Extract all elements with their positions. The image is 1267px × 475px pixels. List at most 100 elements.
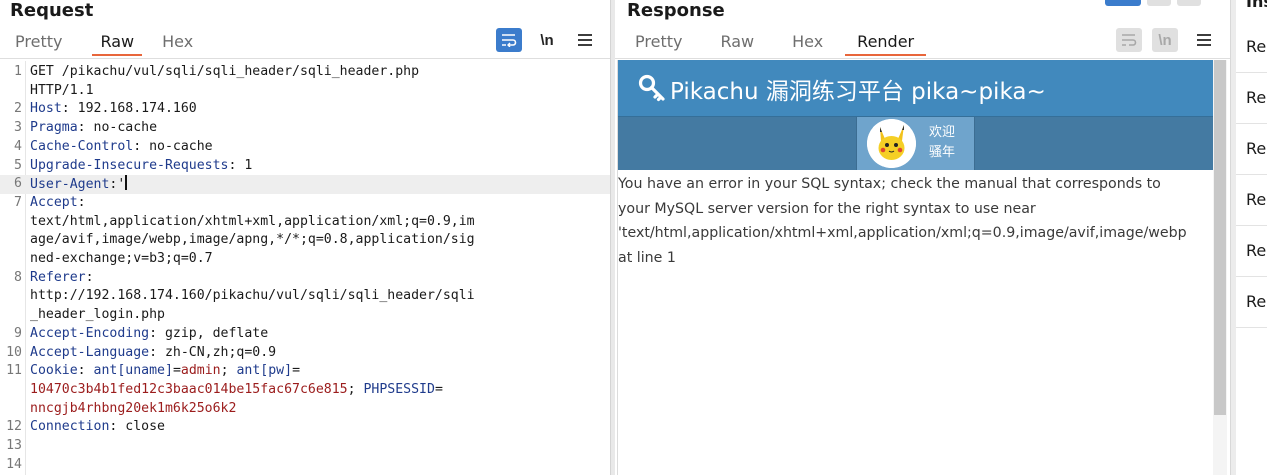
pikachu-avatar-image (867, 119, 916, 168)
token: : 192.168.174.160 (62, 101, 197, 116)
response-wrap-lines-button[interactable] (1116, 28, 1142, 52)
token: PHPSESSID (363, 382, 434, 397)
response-menu-button[interactable] (1193, 28, 1215, 52)
request-line[interactable]: 10Accept-Language: zh-CN,zh;q=0.9 (0, 344, 610, 363)
request-menu-button[interactable] (574, 28, 596, 52)
request-line[interactable]: 3 Pragma: no-cache (0, 119, 610, 138)
token: : 1 (229, 158, 253, 173)
response-tab-pretty[interactable]: Pretty (627, 30, 690, 56)
request-line[interactable]: nncgjb4rhbng20ek1m6k25o6k2 (0, 400, 610, 419)
inspector-item[interactable]: Re (1236, 22, 1267, 73)
request-title: Request (10, 0, 93, 21)
token: : zh-CN,zh;q=0.9 (149, 345, 276, 360)
request-line[interactable]: 5Upgrade-Insecure-Requests: 1 (0, 157, 610, 176)
line-number: 9 (0, 325, 22, 344)
site-title[interactable]: Pikachu 漏洞练习平台 pika~pika~ (670, 72, 1046, 106)
inspector-item[interactable]: Re (1236, 124, 1267, 175)
response-tabs: Pretty Raw Hex Render (627, 30, 926, 56)
request-tab-hex[interactable]: Hex (154, 30, 201, 56)
line-number: 3 (0, 119, 22, 138)
line-text: Accept-Encoding: gzip, deflate (30, 325, 268, 344)
request-line[interactable]: age/avif,image/webp,image/apng,*/*;q=0.8… (0, 231, 610, 250)
error-line: your MySQL server version for the right … (618, 197, 1218, 222)
welcome-text: 欢迎 骚年 (929, 123, 955, 163)
line-number: 1 (0, 63, 22, 82)
token: : (86, 270, 94, 285)
inspector-item-label: Re (1246, 88, 1266, 107)
layout-toggle-button[interactable] (1105, 0, 1141, 6)
line-text: Host: 192.168.174.160 (30, 100, 197, 119)
request-line[interactable]: 7Accept: (0, 194, 610, 213)
line-text: http://192.168.174.160/pikachu/vul/sqli/… (30, 287, 475, 306)
response-tab-raw[interactable]: Raw (712, 30, 762, 56)
token: http://192.168.174.160/pikachu/vul/sqli/… (30, 288, 475, 303)
render-scrollbar[interactable] (1213, 60, 1227, 475)
error-line: at line 1 (618, 246, 1218, 271)
request-line[interactable]: text/html,application/xhtml+xml,applicat… (0, 213, 610, 232)
request-line[interactable]: _header_login.php (0, 306, 610, 325)
request-line[interactable]: 6User-Agent:' (0, 175, 610, 194)
line-text: GET /pikachu/vul/sqli/sqli_header/sqli_h… (30, 63, 419, 82)
request-line[interactable]: 10470c3b4b1fed12c3baac014be15fac67c6e815… (0, 381, 610, 400)
token: Accept-Language (30, 345, 149, 360)
request-line[interactable]: 11Cookie: ant[uname]=admin; ant[pw]= (0, 362, 610, 381)
request-line[interactable]: 12Connection: close (0, 418, 610, 437)
line-number: 4 (0, 138, 22, 157)
response-newline-toggle-button[interactable]: \n (1152, 28, 1178, 52)
render-scrollbar-thumb[interactable] (1214, 60, 1226, 415)
line-text: 10470c3b4b1fed12c3baac014be15fac67c6e815… (30, 381, 443, 400)
request-tab-raw[interactable]: Raw (92, 30, 142, 56)
request-wrap-lines-button[interactable] (496, 28, 522, 52)
request-line[interactable]: http://192.168.174.160/pikachu/vul/sqli/… (0, 287, 610, 306)
token: : no-cache (78, 120, 157, 135)
request-line[interactable]: 4 Cache-Control: no-cache (0, 138, 610, 157)
request-line[interactable]: 14 (0, 456, 610, 475)
wrap-lines-icon (1121, 33, 1137, 47)
layout-toggle-button-3[interactable] (1177, 0, 1201, 6)
token: = (435, 382, 443, 397)
user-box[interactable]: 欢迎 骚年 (856, 117, 975, 170)
line-text: Pragma: no-cache (30, 119, 157, 138)
request-editor[interactable]: 1 GET /pikachu/vul/sqli/sqli_header/sqli_… (0, 61, 610, 475)
line-text: HTTP/1.1 (30, 82, 94, 101)
line-number: 12 (0, 418, 22, 437)
request-line[interactable]: 1 GET /pikachu/vul/sqli/sqli_header/sqli_… (0, 63, 610, 82)
token: _header_login.php (30, 307, 165, 322)
token: Host (30, 101, 62, 116)
response-title: Response (627, 0, 725, 21)
token: Cache-Control (30, 139, 133, 154)
line-number: 13 (0, 437, 22, 456)
request-newline-toggle-button[interactable]: \n (536, 28, 558, 52)
avatar (867, 119, 916, 168)
token: ; (221, 363, 237, 378)
line-number: 8 (0, 269, 22, 288)
token: ned-exchange;v=b3;q=0.7 (30, 251, 213, 266)
request-line[interactable]: 13 (0, 437, 610, 456)
line-text: _header_login.php (30, 306, 165, 325)
line-number: 5 (0, 157, 22, 176)
hamburger-menu-icon (578, 34, 592, 46)
token: Cookie (30, 363, 78, 378)
response-tab-render[interactable]: Render (845, 30, 926, 56)
layout-toggle-button-2[interactable] (1147, 0, 1171, 6)
request-line[interactable]: ned-exchange;v=b3;q=0.7 (0, 250, 610, 269)
pikachu-header: Pikachu 漏洞练习平台 pika~pika~ (618, 60, 1214, 117)
inspector-item[interactable]: Re (1236, 277, 1267, 328)
response-tab-hex[interactable]: Hex (784, 30, 831, 56)
request-toolbar-divider (0, 58, 610, 59)
inspector-item[interactable]: Re (1236, 226, 1267, 277)
request-line[interactable]: 2Host: 192.168.174.160 (0, 100, 610, 119)
token: = (173, 363, 181, 378)
inspector-item[interactable]: Re (1236, 175, 1267, 226)
request-line[interactable]: 8 Referer: (0, 269, 610, 288)
inspector-item-label: Re (1246, 292, 1266, 311)
request-tab-pretty[interactable]: Pretty (7, 30, 70, 56)
request-line[interactable]: HTTP/1.1 (0, 82, 610, 101)
token: : close (109, 419, 165, 434)
line-text: Cache-Control: no-cache (30, 138, 213, 157)
request-line[interactable]: 9 Accept-Encoding: gzip, deflate (0, 325, 610, 344)
token: Referer (30, 270, 86, 285)
welcome-line-2: 骚年 (929, 143, 955, 163)
wrap-lines-icon (501, 33, 517, 47)
inspector-item[interactable]: Re (1236, 73, 1267, 124)
